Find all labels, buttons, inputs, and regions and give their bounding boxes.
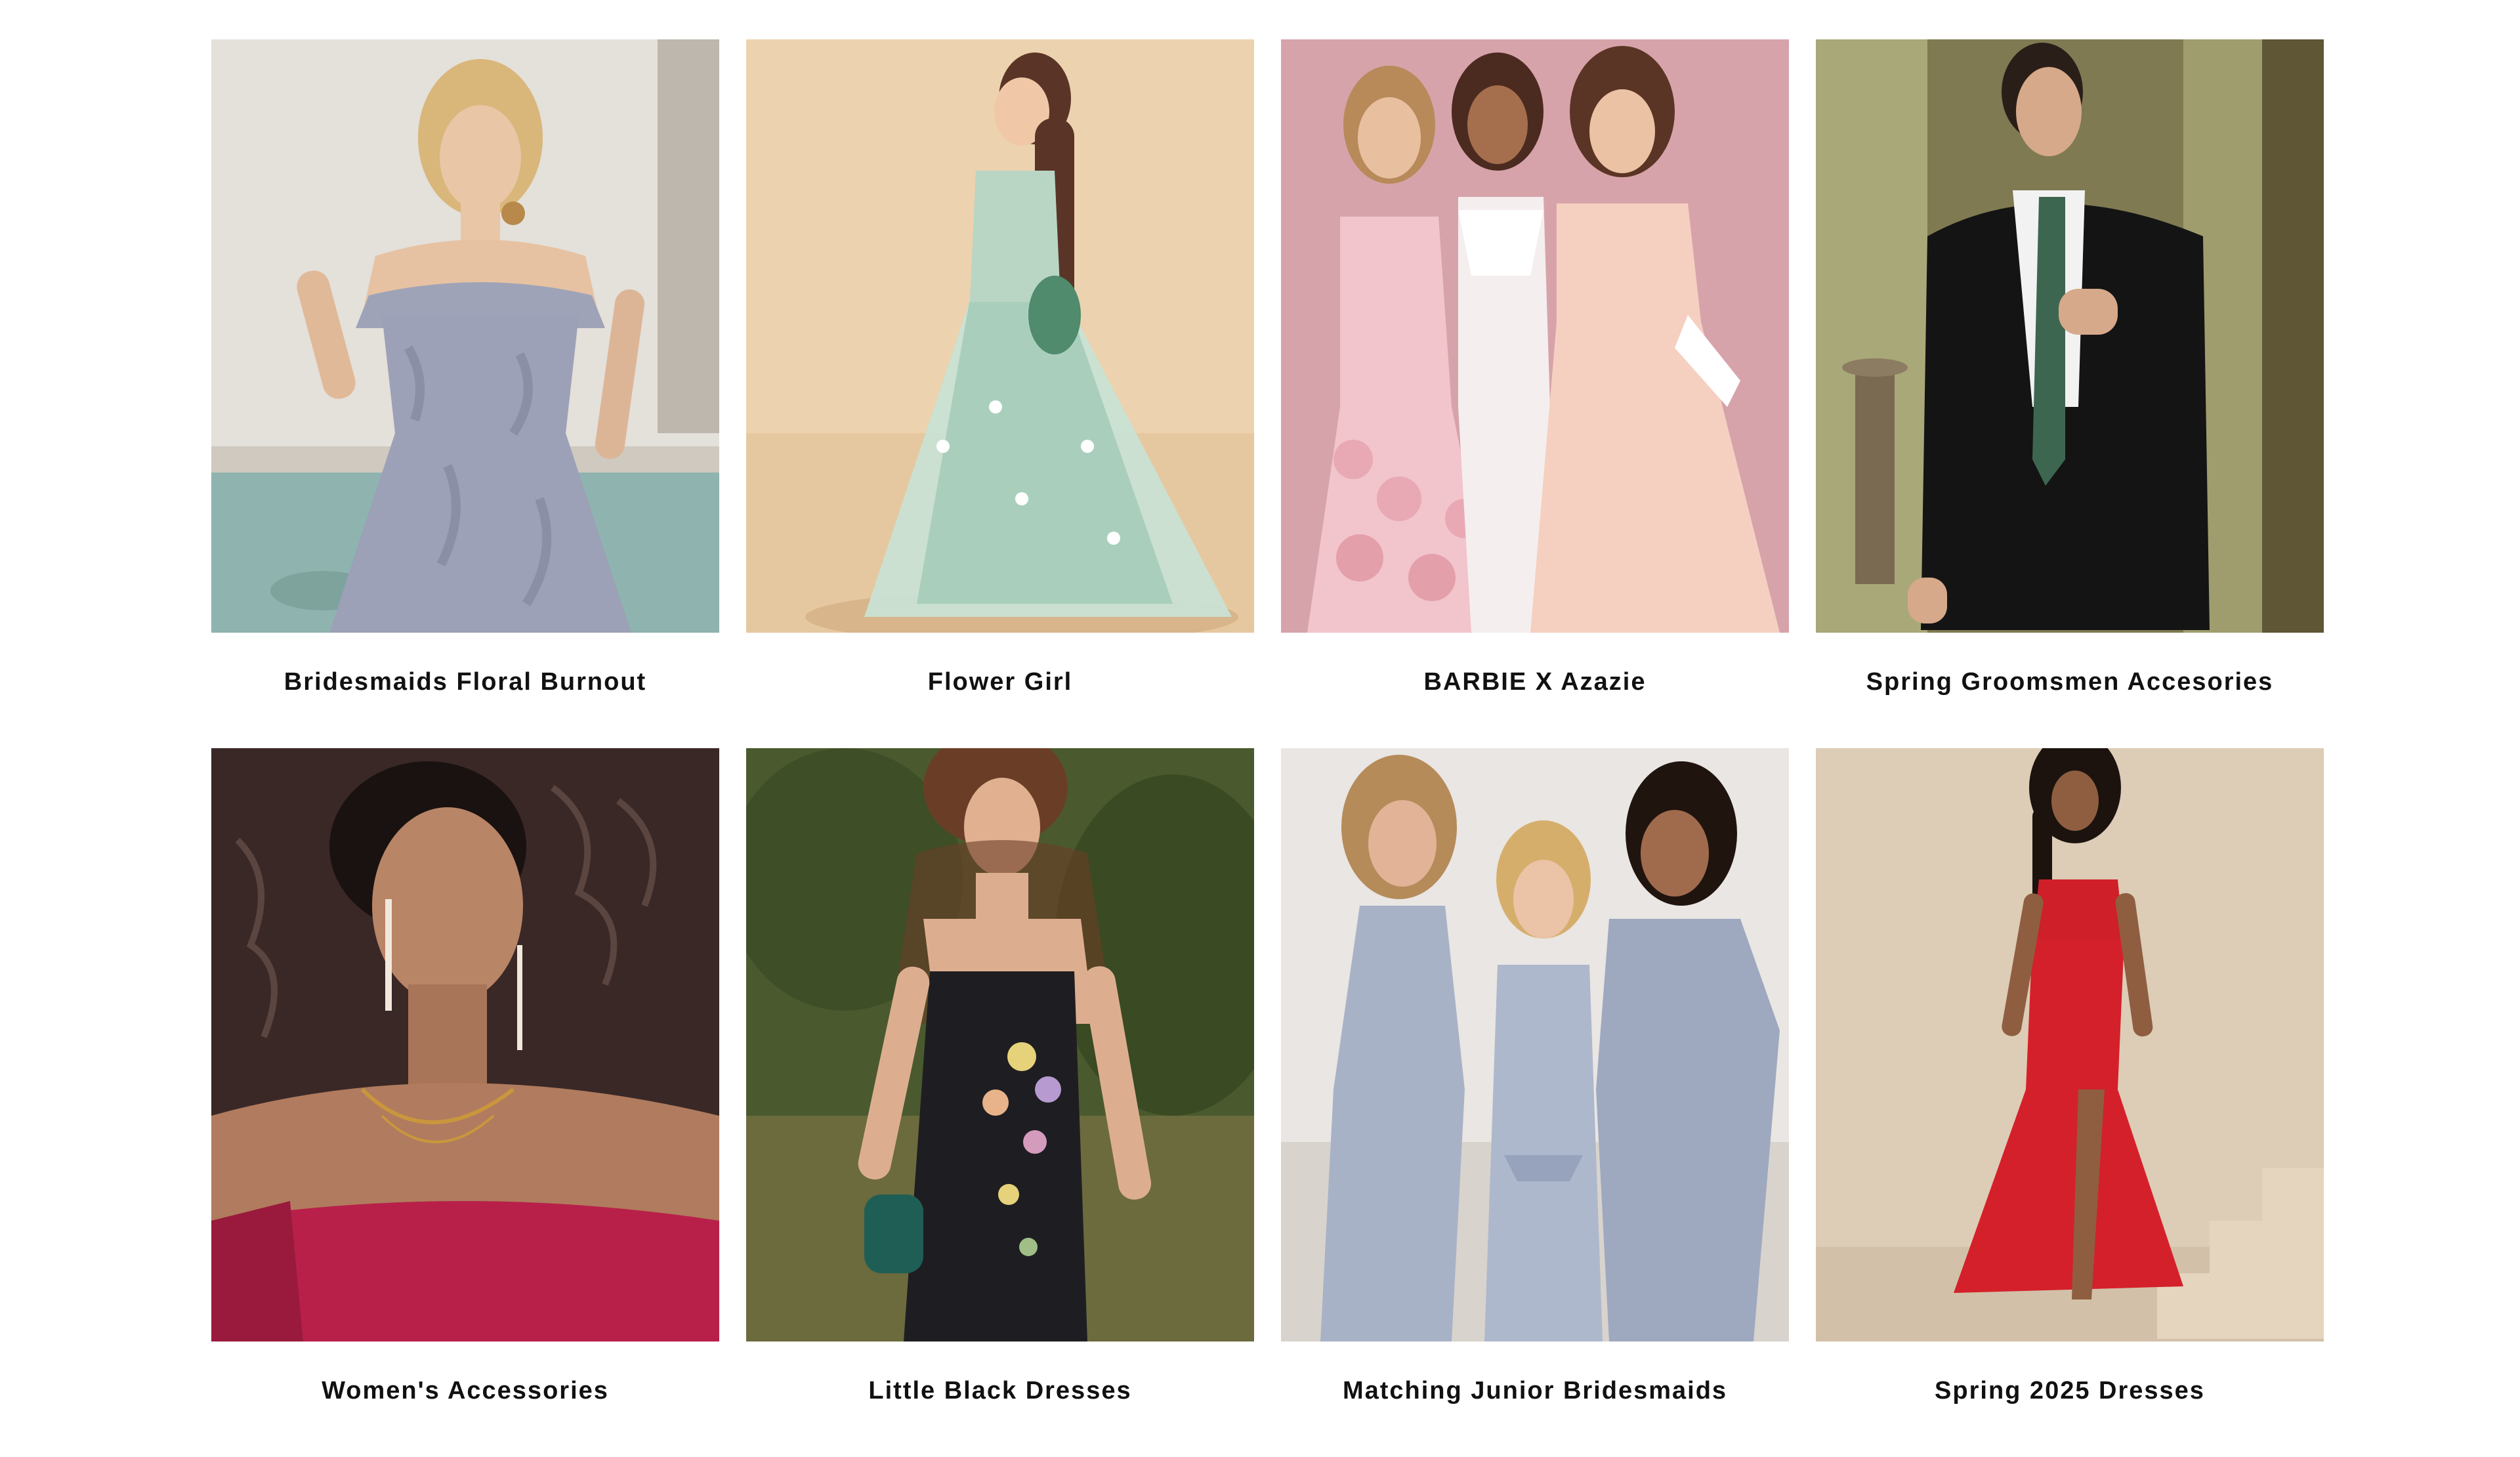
collection-card-flower-girl[interactable]: Flower Girl [746, 39, 1254, 748]
junior-bridesmaids-photo[interactable] [1281, 748, 1789, 1341]
collection-title[interactable]: Bridesmaids Floral Burnout [211, 633, 719, 731]
collection-card-barbie-azazie[interactable]: BARBIE X Azazie [1281, 39, 1789, 748]
spring-2025-dress-photo[interactable] [1816, 748, 2324, 1341]
collection-title[interactable]: Spring 2025 Dresses [1816, 1341, 2324, 1440]
collection-title[interactable]: Women's Accessories [211, 1341, 719, 1440]
collection-title[interactable]: Little Black Dresses [746, 1341, 1254, 1440]
flower-girl-photo[interactable] [746, 39, 1254, 633]
collection-card-spring-groomsmen[interactable]: Spring Groomsmen Accesories [1816, 39, 2324, 748]
collection-card-spring-2025-dresses[interactable]: Spring 2025 Dresses [1816, 748, 2324, 1457]
collection-card-bridesmaids-floral-burnout[interactable]: Bridesmaids Floral Burnout [211, 39, 719, 748]
little-black-dress-photo[interactable] [746, 748, 1254, 1341]
groomsmen-photo[interactable] [1816, 39, 2324, 633]
bridesmaids-floral-burnout-photo[interactable] [211, 39, 719, 633]
collection-card-womens-accessories[interactable]: Women's Accessories [211, 748, 719, 1457]
collection-title[interactable]: Flower Girl [746, 633, 1254, 731]
womens-accessories-photo[interactable] [211, 748, 719, 1341]
collection-title[interactable]: Matching Junior Bridesmaids [1281, 1341, 1789, 1440]
collection-title[interactable]: Spring Groomsmen Accesories [1816, 633, 2324, 731]
collection-card-little-black-dresses[interactable]: Little Black Dresses [746, 748, 1254, 1457]
collection-title[interactable]: BARBIE X Azazie [1281, 633, 1789, 731]
barbie-azazie-photo[interactable] [1281, 39, 1789, 633]
collection-card-matching-junior-bridesmaids[interactable]: Matching Junior Bridesmaids [1281, 748, 1789, 1457]
collection-grid: Bridesmaids Floral Burnout Flower Girl B… [211, 39, 2324, 1457]
